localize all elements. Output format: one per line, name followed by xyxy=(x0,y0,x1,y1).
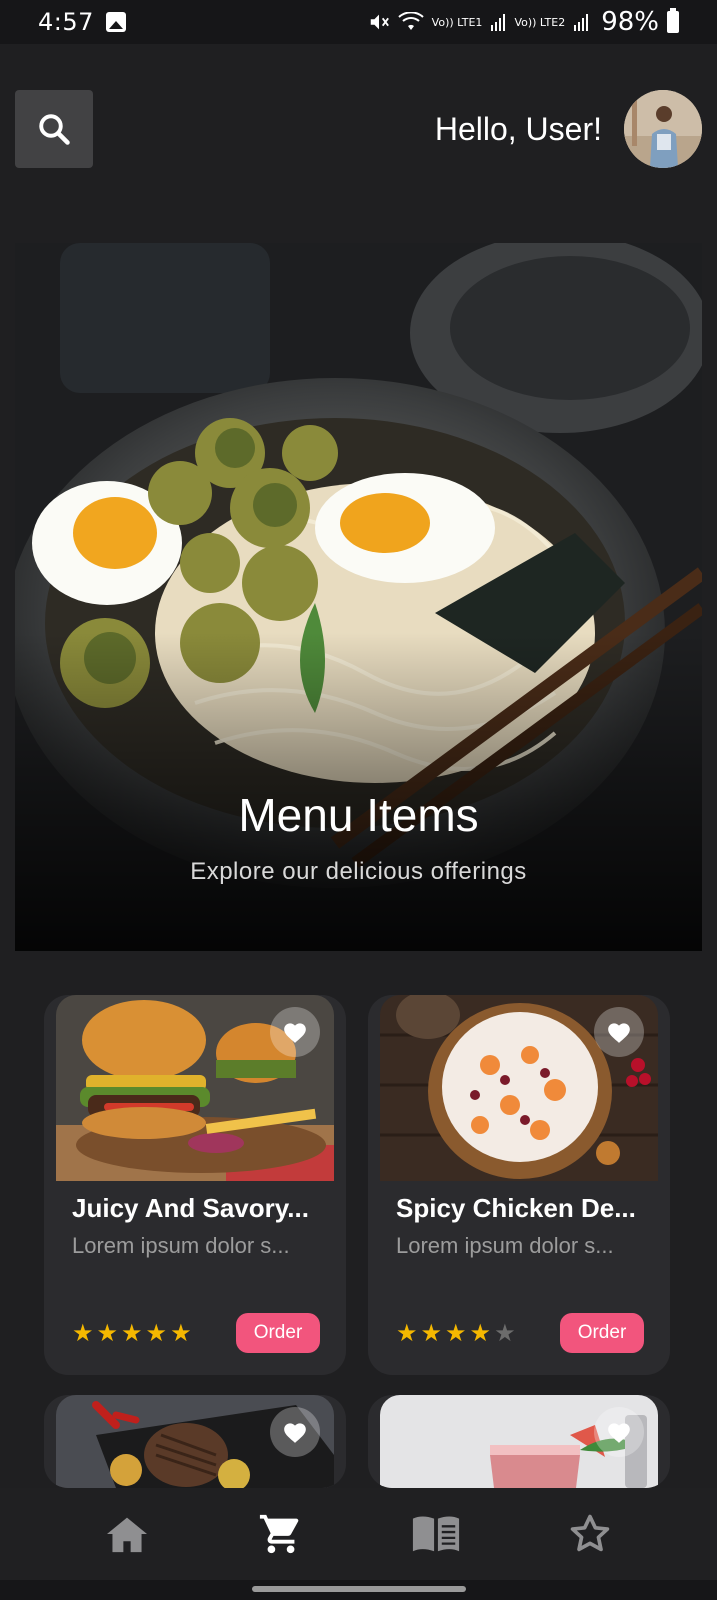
gesture-navigation-bar xyxy=(0,1580,717,1600)
nav-favorites[interactable] xyxy=(560,1504,620,1564)
status-icons: Vo)) LTE1 Vo)) LTE2 98% xyxy=(368,7,679,37)
heart-icon xyxy=(608,1423,630,1443)
star-empty-icon: ★ xyxy=(494,1319,516,1347)
favorite-button[interactable] xyxy=(270,1407,320,1457)
menu-item-card[interactable]: Spicy Chicken De... Lorem ipsum dolor s.… xyxy=(368,995,670,1375)
app-header: Hello, User! xyxy=(15,90,702,168)
menu-item-card[interactable] xyxy=(368,1395,670,1488)
star-icon: ★ xyxy=(445,1319,467,1347)
status-time: 4:57 xyxy=(38,8,94,36)
menu-item-description: Lorem ipsum dolor s... xyxy=(396,1233,614,1258)
bottom-navigation xyxy=(0,1488,717,1580)
menu-item-image xyxy=(380,1395,658,1488)
mute-icon xyxy=(370,14,389,30)
rating-stars: ★ ★ ★ ★ ★ xyxy=(72,1321,192,1345)
home-gesture-handle[interactable] xyxy=(252,1586,466,1592)
menu-item-card[interactable] xyxy=(44,1395,346,1488)
home-icon xyxy=(107,1517,148,1553)
battery-icon xyxy=(667,8,679,33)
star-icon: ★ xyxy=(396,1319,418,1347)
star-icon: ★ xyxy=(72,1319,94,1347)
hero-banner xyxy=(15,243,702,951)
greeting-text: Hello, User! xyxy=(434,110,602,147)
star-icon: ★ xyxy=(170,1319,192,1347)
menu-item-name: Juicy And Savory... xyxy=(72,1193,309,1223)
star-icon: ★ xyxy=(420,1319,443,1347)
ramen-bowl-image xyxy=(15,243,702,951)
sim2-label: Vo)) LTE2 xyxy=(514,15,566,29)
sim1-label: Vo)) LTE1 xyxy=(431,15,483,29)
heart-icon xyxy=(284,1023,306,1043)
user-avatar[interactable] xyxy=(624,90,702,168)
menu-item-description: Lorem ipsum dolor s... xyxy=(72,1233,290,1258)
order-button[interactable]: Order xyxy=(236,1313,320,1353)
battery-percentage: 98% xyxy=(601,7,659,37)
cart-icon xyxy=(260,1514,299,1554)
nav-cart[interactable] xyxy=(251,1504,311,1564)
menu-item-image xyxy=(56,1395,334,1488)
menu-item-image xyxy=(380,995,658,1181)
signal-icon xyxy=(491,14,506,31)
menu-item-image xyxy=(56,995,334,1181)
nav-home[interactable] xyxy=(97,1504,157,1564)
signal-icon xyxy=(574,14,589,31)
star-icon: ★ xyxy=(96,1319,119,1347)
search-button[interactable] xyxy=(15,90,93,168)
star-outline-icon xyxy=(570,1514,610,1552)
menu-item-name: Spicy Chicken De... xyxy=(396,1193,636,1223)
star-icon: ★ xyxy=(469,1319,492,1347)
menu-book-icon xyxy=(412,1516,459,1552)
rating-stars: ★ ★ ★ ★ ★ xyxy=(396,1321,516,1345)
search-icon xyxy=(39,114,70,145)
star-icon: ★ xyxy=(121,1319,143,1347)
order-button[interactable]: Order xyxy=(560,1313,644,1353)
hero-title: Menu Items xyxy=(238,789,479,841)
status-bar: 4:57 Vo)) LTE1 Vo)) LTE2 98% xyxy=(0,0,717,44)
favorite-button[interactable] xyxy=(594,1407,644,1457)
wifi-icon xyxy=(398,12,424,30)
hero-subtitle: Explore our delicious offerings xyxy=(190,858,527,885)
nav-menu[interactable] xyxy=(406,1504,466,1564)
heart-icon xyxy=(284,1423,306,1443)
favorite-button[interactable] xyxy=(594,1007,644,1057)
star-icon: ★ xyxy=(145,1319,168,1347)
gallery-notification-icon xyxy=(105,12,126,32)
heart-icon xyxy=(608,1023,630,1043)
avatar-photo xyxy=(624,90,702,168)
favorite-button[interactable] xyxy=(270,1007,320,1057)
menu-item-card[interactable]: Juicy And Savory... Lorem ipsum dolor s.… xyxy=(44,995,346,1375)
